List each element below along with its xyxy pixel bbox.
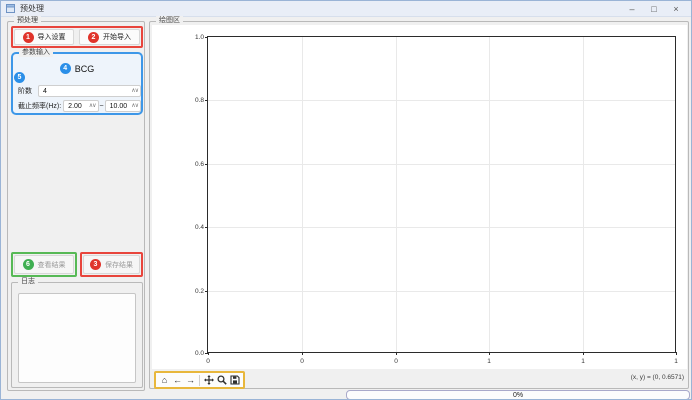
gridline: [302, 37, 303, 352]
app-window: 预处理 – □ × 预处理 1 导入设置 2 开始导入 参数输入 4 BCG 5: [0, 0, 692, 400]
cutoff-tilde: ~: [100, 103, 104, 110]
y-tick-label: 0.6: [182, 161, 204, 168]
zoom-icon[interactable]: [216, 373, 227, 387]
cutoff-row: 截止频率(Hz): 2.00 ∧∨ ~ 10.00 ∧∨: [18, 100, 141, 112]
step-badge-1: 1: [23, 32, 34, 43]
view-results-label: 查看结果: [38, 260, 66, 270]
gridline: [396, 37, 397, 352]
title-bar: 预处理 – □ ×: [1, 1, 691, 17]
gridline: [208, 291, 675, 292]
step-badge-4: 4: [60, 63, 71, 74]
pan-icon[interactable]: [203, 373, 214, 387]
y-tick-label: 0.8: [182, 97, 204, 104]
x-tick-label: 1: [479, 358, 499, 365]
x-tick: [676, 352, 677, 355]
y-tick-label: 0.0: [182, 350, 204, 357]
order-row: 阶数 4 ∧∨: [18, 85, 141, 97]
minimize-button[interactable]: –: [621, 1, 643, 17]
home-icon[interactable]: ⌂: [159, 373, 170, 387]
y-tick: [205, 353, 208, 354]
y-tick: [205, 37, 208, 38]
import-settings-button[interactable]: 1 导入设置: [14, 29, 74, 45]
order-value: 4: [43, 88, 47, 95]
cutoff-high-spinbox[interactable]: 10.00 ∧∨: [105, 100, 141, 112]
order-spinbox[interactable]: 4 ∧∨: [38, 85, 141, 97]
y-tick: [205, 164, 208, 165]
x-tick: [396, 352, 397, 355]
log-group: 日志: [11, 282, 143, 388]
cutoff-label: 截止频率(Hz):: [18, 101, 61, 111]
back-icon[interactable]: ←: [172, 373, 183, 387]
y-tick: [205, 100, 208, 101]
plot-toolbar: ⌂ ← →: [154, 371, 245, 389]
spinner-arrows-icon[interactable]: ∧∨: [131, 88, 138, 94]
x-tick: [302, 352, 303, 355]
forward-icon[interactable]: →: [185, 373, 196, 387]
x-tick-label: 1: [573, 358, 593, 365]
app-icon: [6, 4, 15, 13]
close-button[interactable]: ×: [665, 1, 687, 17]
start-import-button[interactable]: 2 开始导入: [79, 29, 140, 45]
plot-canvas[interactable]: 0 0 0 1 1 1 1.0 0.8 0.6 0.4 0.2 0.0: [152, 25, 687, 369]
plot-axes: 0 0 0 1 1 1 1.0 0.8 0.6 0.4 0.2 0.0: [207, 36, 676, 353]
progress-value: 0%: [513, 392, 523, 399]
x-tick: [208, 352, 209, 355]
params-group-label: 参数输入: [19, 48, 53, 57]
x-tick-label: 1: [666, 358, 686, 365]
order-label: 阶数: [18, 86, 32, 96]
y-tick-label: 1.0: [182, 34, 204, 41]
start-import-label: 开始导入: [103, 32, 131, 42]
spinner-arrows-icon[interactable]: ∧∨: [89, 103, 96, 109]
gridline: [583, 37, 584, 352]
import-settings-label: 导入设置: [38, 32, 66, 42]
y-tick-label: 0.2: [182, 288, 204, 295]
maximize-button[interactable]: □: [643, 1, 665, 17]
x-tick-label: 0: [198, 358, 218, 365]
save-icon[interactable]: [229, 373, 240, 387]
progress-bar: 0%: [346, 390, 690, 400]
signal-type-label: BCG: [75, 64, 95, 74]
preprocess-panel: 预处理 1 导入设置 2 开始导入 参数输入 4 BCG 5 阶数 4 ∧∨: [7, 21, 145, 391]
cursor-coordinates: (x, y) = (0, 0.6571): [631, 374, 684, 381]
y-tick-label: 0.4: [182, 224, 204, 231]
gridline: [208, 164, 675, 165]
cutoff-low-value: 2.00: [68, 103, 82, 110]
gridline: [208, 100, 675, 101]
step-badge-2: 2: [88, 32, 99, 43]
step-badge-3: 3: [90, 259, 101, 270]
x-tick-label: 0: [386, 358, 406, 365]
save-results-label: 保存结果: [105, 260, 133, 270]
log-group-label: 日志: [18, 277, 38, 286]
step-badge-6: 6: [23, 259, 34, 270]
view-results-button[interactable]: 6 查看结果: [14, 255, 74, 274]
x-tick: [583, 352, 584, 355]
log-textarea[interactable]: [18, 293, 136, 383]
preprocess-panel-label: 预处理: [14, 16, 41, 25]
x-tick-label: 0: [292, 358, 312, 365]
gridline: [489, 37, 490, 352]
spinner-arrows-icon[interactable]: ∧∨: [131, 103, 138, 109]
y-tick: [205, 291, 208, 292]
step-badge-5: 5: [14, 72, 25, 83]
cutoff-high-value: 10.00: [110, 103, 128, 110]
plot-panel: 绘图区: [149, 21, 689, 389]
plot-panel-label: 绘图区: [156, 16, 183, 25]
save-results-button[interactable]: 3 保存结果: [83, 255, 140, 274]
x-tick: [489, 352, 490, 355]
gridline: [208, 227, 675, 228]
toolbar-divider: [199, 375, 200, 386]
params-group: 参数输入 4 BCG 5 阶数 4 ∧∨ 截止频率(Hz): 2.00 ∧∨: [11, 52, 143, 115]
window-title: 预处理: [20, 3, 44, 14]
cutoff-low-spinbox[interactable]: 2.00 ∧∨: [63, 100, 98, 112]
y-tick: [205, 227, 208, 228]
